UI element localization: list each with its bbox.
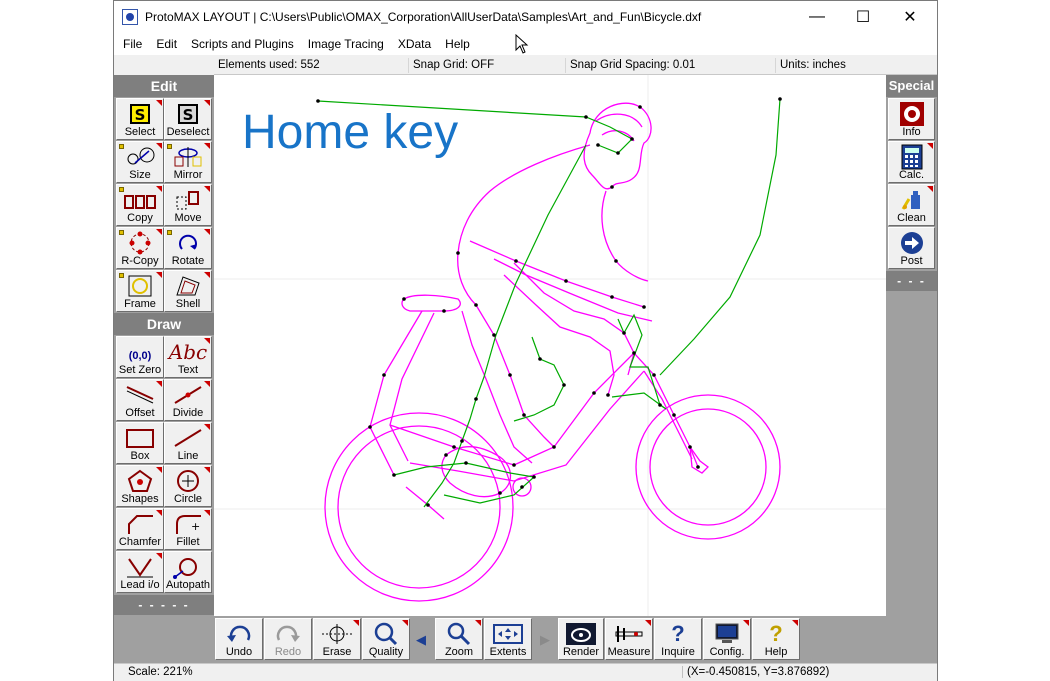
menu-image-tracing[interactable]: Image Tracing — [301, 33, 391, 55]
question-icon: ? — [671, 620, 685, 646]
box-button[interactable]: Box — [116, 422, 164, 464]
chamfer-button[interactable]: Chamfer — [116, 508, 164, 550]
render-icon — [559, 620, 603, 647]
post-button[interactable]: Post — [888, 227, 935, 269]
special-section-header: Special — [886, 75, 937, 97]
erase-button[interactable]: Erase — [313, 618, 361, 660]
autopath-button[interactable]: Autopath — [164, 551, 212, 593]
edit-section-header: Edit — [114, 75, 214, 97]
info-icon — [889, 100, 934, 127]
undo-button[interactable]: Undo — [215, 618, 263, 660]
snap-grid-status: Snap Grid: OFF — [408, 58, 494, 73]
toolbar-prev-arrow-icon[interactable]: ◀ — [414, 630, 428, 650]
divide-button[interactable]: Divide — [164, 379, 212, 421]
mouse-cursor-icon — [515, 34, 529, 54]
frame-button[interactable]: Frame — [116, 270, 164, 312]
close-button[interactable]: ✕ — [887, 1, 933, 33]
elements-used-status: Elements used: 552 — [218, 59, 320, 71]
config-button[interactable]: Config. — [703, 618, 751, 660]
right-toolbar: Special Info Calc. Clean Post - - - — [886, 75, 937, 616]
left-toolbar-footer[interactable]: - - - - - — [114, 595, 214, 615]
redo-icon — [265, 620, 311, 647]
text-button[interactable]: Abc Text — [164, 336, 212, 378]
render-button[interactable]: Render — [558, 618, 604, 660]
extents-icon — [485, 620, 531, 647]
select-button[interactable]: S Select — [116, 98, 164, 140]
home-key-overlay: Home key — [242, 106, 459, 159]
calc-button[interactable]: Calc. — [888, 141, 935, 183]
snap-grid-spacing-status: Snap Grid Spacing: 0.01 — [565, 58, 695, 73]
top-status-bar: Elements used: 552 Snap Grid: OFF Snap G… — [214, 56, 937, 75]
measure-button[interactable]: Measure — [605, 618, 653, 660]
undo-icon — [216, 620, 262, 647]
quality-button[interactable]: Quality — [362, 618, 410, 660]
menu-scripts-and-plugins[interactable]: Scripts and Plugins — [184, 33, 301, 55]
units-status: Units: inches — [775, 58, 846, 73]
text-icon-text: Abc — [168, 339, 208, 364]
left-toolbar: Edit S Select S Deselect Size Mirror Cop… — [114, 75, 214, 616]
copy-button[interactable]: Copy — [116, 184, 164, 226]
lead-io-button[interactable]: Lead i/o — [116, 551, 164, 593]
bicycle-outline — [324, 102, 781, 602]
post-arrow-icon — [889, 229, 934, 256]
svg-text:S: S — [183, 106, 194, 124]
zoom-button[interactable]: Zoom — [435, 618, 483, 660]
mirror-button[interactable]: Mirror — [164, 141, 212, 183]
line-button[interactable]: Line — [164, 422, 212, 464]
app-window: ProtoMAX LAYOUT | C:\Users\Public\OMAX_C… — [113, 0, 938, 681]
menu-file[interactable]: File — [116, 33, 149, 55]
draw-section-header: Draw — [114, 313, 214, 335]
bottom-toolbar: Undo Redo Erase Quality ◀ Zoom Extents ▶… — [114, 616, 937, 663]
maximize-button[interactable]: ☐ — [840, 1, 886, 33]
menu-help[interactable]: Help — [438, 33, 477, 55]
shapes-button[interactable]: Shapes — [116, 465, 164, 507]
info-button[interactable]: Info — [888, 98, 935, 140]
svg-text:+: + — [191, 520, 200, 533]
redo-button[interactable]: Redo — [264, 618, 312, 660]
app-logo-icon — [122, 9, 138, 25]
set-zero-button[interactable]: (0,0) Set Zero — [116, 336, 164, 378]
right-toolbar-footer[interactable]: - - - — [886, 271, 937, 291]
autopath-icon — [165, 553, 211, 580]
offset-button[interactable]: Offset — [116, 379, 164, 421]
title-bar: ProtoMAX LAYOUT | C:\Users\Public\OMAX_C… — [114, 1, 937, 33]
rotate-button[interactable]: Rotate — [164, 227, 212, 269]
help-button[interactable]: ? Help — [752, 618, 800, 660]
fillet-button[interactable]: + Fillet — [164, 508, 212, 550]
menu-edit[interactable]: Edit — [149, 33, 184, 55]
set-zero-icon: (0,0) — [117, 338, 163, 365]
circle-button[interactable]: Circle — [164, 465, 212, 507]
extents-button[interactable]: Extents — [484, 618, 532, 660]
inquire-button[interactable]: ? Inquire — [654, 618, 702, 660]
move-button[interactable]: Move — [164, 184, 212, 226]
window-title: ProtoMAX LAYOUT | C:\Users\Public\OMAX_C… — [145, 10, 702, 24]
svg-text:S: S — [135, 106, 146, 124]
tool-path — [317, 98, 781, 508]
set-zero-icon-text: (0,0) — [128, 349, 152, 362]
shell-button[interactable]: Shell — [164, 270, 212, 312]
r-copy-button[interactable]: R-Copy — [116, 227, 164, 269]
box-icon — [117, 424, 163, 451]
scale-status: Scale: 221% — [128, 666, 193, 678]
deselect-button[interactable]: S Deselect — [164, 98, 212, 140]
minimize-button[interactable]: — — [794, 1, 840, 33]
toolbar-next-arrow-icon[interactable]: ▶ — [538, 630, 552, 650]
menu-xdata[interactable]: XData — [391, 33, 438, 55]
cursor-coordinates: (X=-0.450815, Y=3.876892) — [682, 666, 829, 678]
size-button[interactable]: Size — [116, 141, 164, 183]
drawing-canvas[interactable]: Home key — [214, 75, 886, 616]
bottom-status-bar: Scale: 221% (X=-0.450815, Y=3.876892) — [114, 663, 937, 681]
clean-button[interactable]: Clean — [888, 184, 935, 226]
